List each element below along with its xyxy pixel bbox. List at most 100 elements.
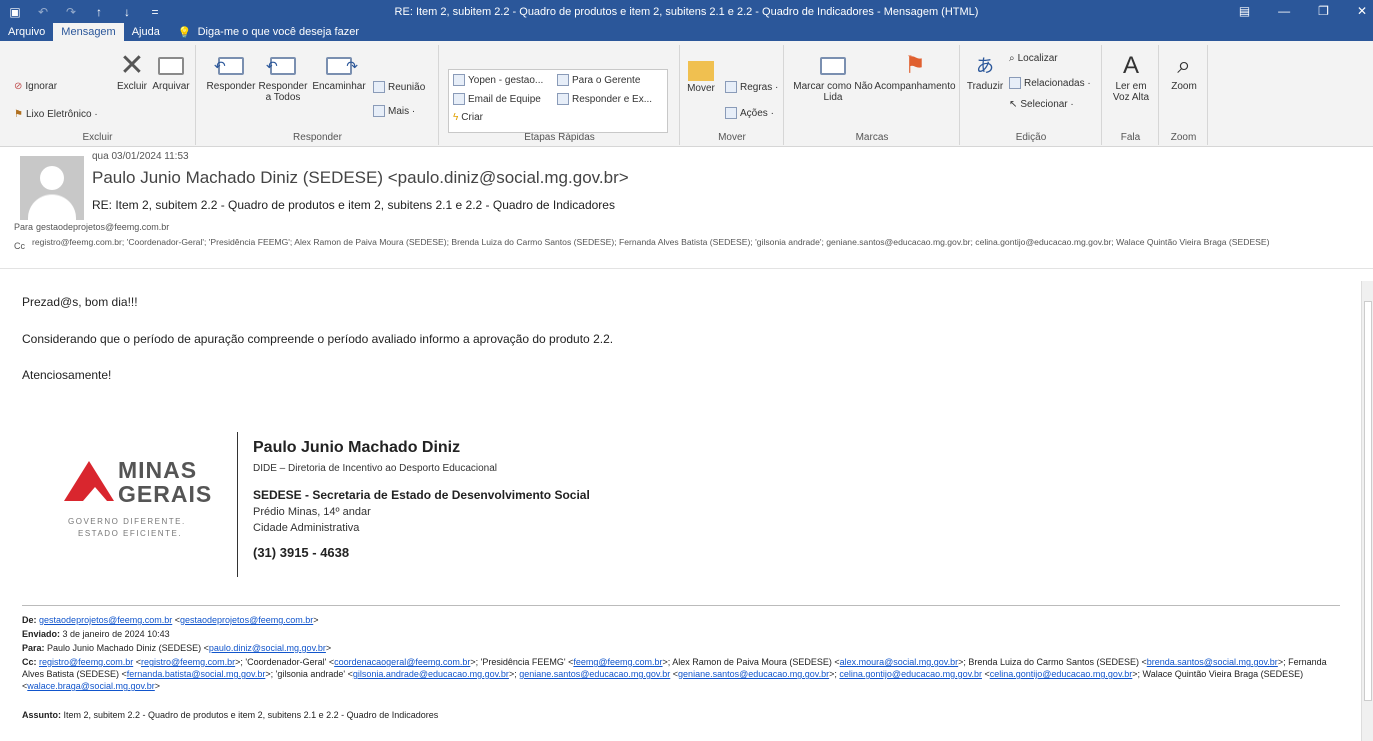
group-marcas: Marcar como Não Lida ⚑ Acompanhamento Ma… [785, 45, 960, 145]
fwd-cc: Cc: registro@feemg.com.br <registro@feem… [22, 657, 1327, 691]
read-aloud-icon: A [1122, 52, 1139, 79]
quick-step-criar[interactable]: ϟ Criar [453, 112, 483, 123]
select-button[interactable]: ↖ Selecionar · [1009, 99, 1074, 110]
quick-step-equipe[interactable]: Email de Equipe [453, 93, 541, 105]
ribbon-tabs: Arquivo Mensagem Ajuda 💡 Diga-me o que v… [0, 23, 369, 41]
tab-arquivo[interactable]: Arquivo [0, 23, 53, 41]
avatar [20, 156, 84, 220]
signature-name: Paulo Junio Machado Diniz [253, 439, 461, 456]
delete-button[interactable]: ✕ Excluir [114, 49, 150, 93]
search-icon: ⌕ [1009, 53, 1015, 64]
scrollbar-thumb[interactable] [1364, 301, 1372, 701]
message-line: Considerando que o período de apuração c… [22, 332, 614, 346]
folder-icon [688, 61, 714, 81]
envelope-icon [818, 53, 848, 79]
group-edicao: あ Traduzir ⌕ Localizar Relacionadas · ↖ … [961, 45, 1102, 145]
move-button[interactable]: Mover [683, 55, 719, 94]
signature-divider [237, 432, 238, 577]
tell-me-box[interactable]: 💡 Diga-me o que você deseja fazer [168, 23, 369, 41]
group-excluir: ⊘ Ignorar ⚑ Lixo Eletrônico · ✕ Excluir … [0, 45, 196, 145]
quick-step-icon [453, 93, 465, 105]
reply-all-button[interactable]: ↶ Responder a Todos [257, 53, 309, 103]
message-datetime: qua 03/01/2024 11:53 [92, 151, 189, 162]
signature-addr2: Cidade Administrativa [253, 522, 360, 534]
signature-addr1: Prédio Minas, 14º andar [253, 506, 371, 518]
more-button[interactable]: Mais · [373, 105, 415, 117]
reply-all-icon: ↶ [266, 53, 298, 79]
close-icon[interactable]: ✕ [1357, 4, 1367, 18]
tab-ajuda[interactable]: Ajuda [124, 23, 168, 41]
zoom-button[interactable]: ⌕ Zoom [1164, 52, 1204, 93]
greeting: Prezad@s, bom dia!!! [22, 295, 138, 309]
read-aloud-button[interactable]: A Ler em Voz Alta [1107, 52, 1155, 104]
quick-steps-gallery: Yopen - gestao... Para o Gerente Email d… [448, 69, 668, 133]
ignore-icon: ⊘ [14, 81, 23, 92]
quick-step-yopen[interactable]: Yopen - gestao... [453, 74, 543, 86]
closing: Atenciosamente! [22, 368, 112, 382]
restore-icon[interactable]: ❐ [1318, 4, 1329, 18]
archive-button[interactable]: Arquivar [150, 53, 192, 92]
rules-icon [725, 81, 737, 93]
tab-mensagem[interactable]: Mensagem [53, 23, 124, 41]
cc-label: Cc [14, 241, 25, 251]
to-line: Para gestaodeprojetos@feemg.com.br [14, 222, 169, 232]
junk-button[interactable]: ⚑ Lixo Eletrônico · [14, 109, 98, 120]
ignore-button[interactable]: ⊘ Ignorar [14, 81, 57, 92]
sender[interactable]: Paulo Junio Machado Diniz (SEDESE) <paul… [92, 168, 629, 188]
to-recipients[interactable]: gestaodeprojetos@feemg.com.br [36, 222, 169, 232]
rules-button[interactable]: Regras · [725, 81, 778, 93]
forward-button[interactable]: ↷ Encaminhar [311, 53, 367, 92]
minas-gerais-logo: MINAS GERAIS GOVERNO DIFERENTE. ESTADO E… [60, 457, 220, 547]
window-controls: ▤ — ❐ ✕ [1239, 4, 1367, 18]
message-subject: RE: Item 2, subitem 2.2 - Quadro de prod… [92, 198, 615, 212]
translate-button[interactable]: あ Traduzir [965, 53, 1005, 92]
group-mover: Mover Regras · Ações · Mover [681, 45, 784, 145]
related-icon [1009, 77, 1021, 89]
avatar-body [28, 194, 76, 220]
cc-recipients[interactable]: registro@feemg.com.br; 'Coordenador-Gera… [32, 237, 1342, 247]
delete-icon: ✕ [119, 49, 145, 82]
quick-step-icon [557, 74, 569, 86]
more-icon [373, 105, 385, 117]
group-responder: ↶ Responder ↶ Responder a Todos ↷ Encami… [197, 45, 439, 145]
tell-me-text: Diga-me o que você deseja fazer [197, 26, 359, 38]
junk-icon: ⚑ [14, 109, 23, 120]
ribbon-display-icon[interactable]: ▤ [1239, 4, 1250, 18]
reply-icon: ↶ [214, 53, 246, 79]
ribbon: ⊘ Ignorar ⚑ Lixo Eletrônico · ✕ Excluir … [0, 41, 1373, 147]
forward-separator [22, 605, 1340, 606]
to-label: Para [14, 222, 34, 232]
flag-icon: ⚑ [904, 52, 926, 79]
avatar-head [40, 166, 64, 190]
fwd-to: Para: Paulo Junio Machado Diniz (SEDESE)… [22, 643, 332, 653]
minimize-icon[interactable]: — [1278, 4, 1290, 18]
mark-unread-button[interactable]: Marcar como Não Lida [793, 53, 873, 103]
quick-step-responder-ex[interactable]: Responder e Ex... [557, 93, 652, 105]
fwd-subject: Assunto: Item 2, subitem 2.2 - Quadro de… [22, 710, 439, 720]
group-zoom: ⌕ Zoom Zoom [1160, 45, 1208, 145]
related-button[interactable]: Relacionadas · [1009, 77, 1091, 89]
logo-triangle-inner [83, 487, 107, 501]
meeting-icon [373, 81, 385, 93]
actions-button[interactable]: Ações · [725, 107, 774, 119]
follow-up-button[interactable]: ⚑ Acompanhamento [873, 52, 957, 93]
zoom-icon: ⌕ [1177, 52, 1191, 79]
translate-icon: あ [976, 56, 994, 76]
cursor-icon: ↖ [1009, 99, 1018, 110]
body-scrollbar[interactable] [1361, 281, 1373, 741]
archive-icon [156, 53, 186, 79]
quick-step-gerente[interactable]: Para o Gerente [557, 74, 640, 86]
message-header: qua 03/01/2024 11:53 Paulo Junio Machado… [0, 147, 1373, 267]
fwd-sent: Enviado: 3 de janeiro de 2024 10:43 [22, 629, 170, 639]
forward-icon: ↷ [324, 53, 358, 79]
signature-org: SEDESE - Secretaria de Estado de Desenvo… [253, 488, 590, 502]
reply-button[interactable]: ↶ Responder [205, 53, 257, 92]
group-fala: A Ler em Voz Alta Fala [1103, 45, 1159, 145]
message-body: Prezad@s, bom dia!!! Considerando que o … [0, 268, 1373, 741]
quick-step-icon [453, 74, 465, 86]
lightning-icon: ϟ [453, 112, 459, 123]
signature-dept: DIDE – Diretoria de Incentivo ao Desport… [253, 463, 498, 474]
find-button[interactable]: ⌕ Localizar [1009, 53, 1058, 64]
signature-phone: (31) 3915 - 4638 [253, 545, 350, 560]
meeting-button[interactable]: Reunião [373, 81, 425, 93]
